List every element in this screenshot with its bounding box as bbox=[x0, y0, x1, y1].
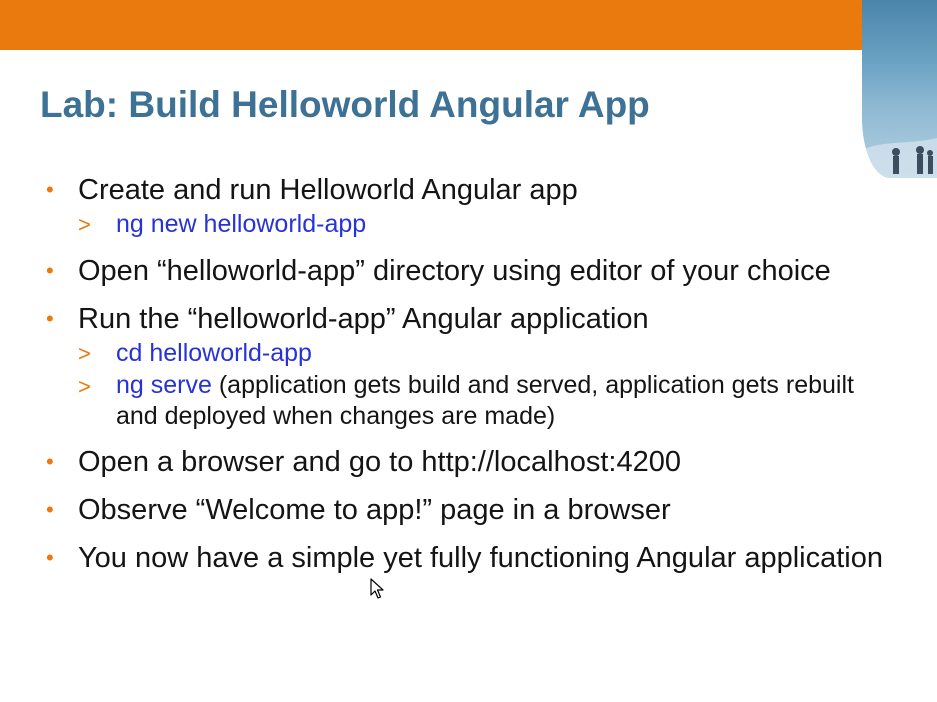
bullet-text: Open a browser and go to http://localhos… bbox=[78, 446, 681, 478]
bullet-item: Open “helloworld-app” directory using ed… bbox=[46, 253, 931, 289]
header-accent-bar bbox=[0, 0, 868, 50]
sub-item: > ng new helloworld-app bbox=[78, 208, 931, 241]
sub-item-line: ng serve (application gets build and ser… bbox=[116, 370, 931, 401]
command-description: (application gets build and served, appl… bbox=[211, 371, 854, 399]
bullet-item: Open a browser and go to http://localhos… bbox=[46, 444, 931, 480]
bullet-item: Create and run Helloworld Angular app > … bbox=[46, 172, 931, 241]
sub-item: > ng serve (application gets build and s… bbox=[78, 370, 931, 432]
corner-decorative-photo bbox=[862, 0, 937, 178]
sub-list: > cd helloworld-app > ng serve (applicat… bbox=[78, 337, 931, 432]
bullet-item: Observe “Welcome to app!” page in a brow… bbox=[46, 492, 931, 528]
command-text: cd helloworld-app bbox=[116, 339, 312, 367]
slide-title: Lab: Build Helloworld Angular App bbox=[40, 84, 650, 125]
mouse-pointer-icon bbox=[370, 578, 384, 605]
bullet-item: Run the “helloworld-app” Angular applica… bbox=[46, 301, 931, 432]
command-text: ng serve bbox=[116, 371, 212, 399]
bullet-text: Open “helloworld-app” directory using ed… bbox=[78, 255, 831, 287]
bullet-list: Create and run Helloworld Angular app > … bbox=[46, 172, 931, 588]
sub-item: > cd helloworld-app bbox=[78, 337, 931, 370]
bullet-text: Observe “Welcome to app!” page in a brow… bbox=[78, 494, 671, 526]
command-description-continued: and deployed when changes are made) bbox=[116, 402, 556, 430]
sub-marker: > bbox=[78, 212, 91, 237]
bullet-item: You now have a simple yet fully function… bbox=[46, 540, 931, 576]
sub-marker: > bbox=[78, 374, 91, 399]
bullet-text: Create and run Helloworld Angular app bbox=[78, 174, 578, 206]
bullet-text: You now have a simple yet fully function… bbox=[78, 542, 884, 574]
sub-marker: > bbox=[78, 341, 91, 366]
command-text: ng new helloworld-app bbox=[116, 210, 367, 238]
sub-list: > ng new helloworld-app bbox=[78, 208, 931, 241]
bullet-text: Run the “helloworld-app” Angular applica… bbox=[78, 303, 649, 335]
